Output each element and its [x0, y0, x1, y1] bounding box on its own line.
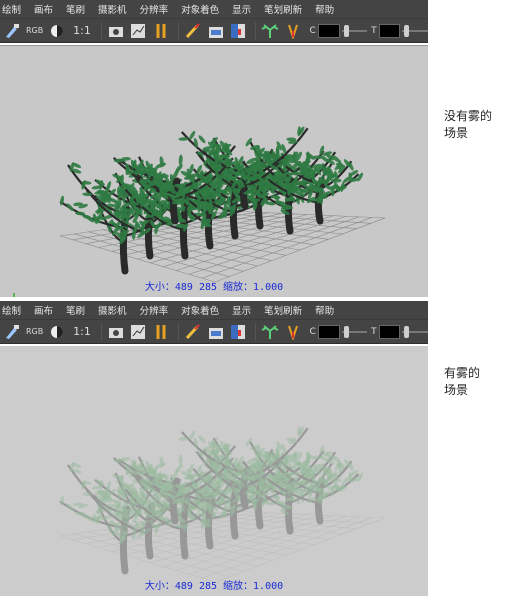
status-readout: 大小：489 285 缩放：1.000	[144, 282, 284, 293]
fork-icon[interactable]	[283, 322, 303, 342]
c-color-swatch[interactable]	[317, 23, 340, 38]
paint-brush-icon[interactable]	[2, 21, 22, 41]
menu-item-object-shading[interactable]: 对象着色	[181, 303, 219, 317]
t-slider[interactable]	[402, 24, 428, 38]
menu-item-draw[interactable]: 绘制	[2, 2, 21, 16]
toolbar-divider	[177, 322, 179, 341]
scene-group	[0, 346, 428, 596]
ratio-button[interactable]: 1:1	[70, 21, 94, 41]
caption-line: 场景	[444, 126, 469, 140]
toolbar-divider	[255, 21, 257, 40]
caption-line: 有雾的	[444, 366, 481, 380]
toolbar-divider	[177, 21, 179, 40]
t-color-swatch[interactable]	[378, 324, 401, 339]
ratio-button[interactable]: 1:1	[70, 322, 94, 342]
menu-item-display[interactable]: 显示	[232, 303, 251, 317]
tree-scene	[59, 126, 386, 283]
caption-fog: 有雾的 场景	[444, 365, 504, 399]
menu-item-camera[interactable]: 摄影机	[98, 303, 127, 317]
menu-item-camera[interactable]: 摄影机	[98, 2, 127, 16]
fog-overlay	[0, 346, 428, 596]
menu-bar: 绘制 画布 笔刷 摄影机 分辨率 对象着色 显示 笔划刷新 帮助	[0, 0, 428, 18]
caption-line: 场景	[444, 383, 469, 397]
c-label: C	[309, 25, 316, 36]
camera-icon[interactable]	[106, 21, 126, 41]
render-viewport[interactable]: zx 大小：489 285 缩放：1.000	[0, 45, 428, 297]
menu-item-brush[interactable]: 笔刷	[66, 303, 85, 317]
menu-item-stroke-refresh[interactable]: 笔划刷新	[264, 2, 302, 16]
menu-item-help[interactable]: 帮助	[315, 2, 334, 16]
t-color-swatch[interactable]	[378, 23, 401, 38]
scene-group	[59, 126, 386, 283]
fork-icon[interactable]	[283, 21, 303, 41]
toolbar-divider	[255, 322, 257, 341]
paint-brush-icon[interactable]	[2, 322, 22, 342]
menu-item-display[interactable]: 显示	[232, 2, 251, 16]
tree-icon[interactable]	[260, 322, 280, 342]
t-label: T	[371, 25, 377, 36]
menu-item-stroke-refresh[interactable]: 笔划刷新	[264, 303, 302, 317]
c-label: C	[309, 326, 316, 337]
brush-stroke-icon[interactable]	[183, 322, 203, 342]
graph-icon[interactable]	[129, 322, 149, 342]
t-slider[interactable]	[402, 325, 428, 339]
rgb-channel-icon[interactable]: RGB	[25, 21, 45, 41]
menu-item-help[interactable]: 帮助	[315, 303, 334, 317]
status-readout: 大小：489 285 缩放：1.000	[144, 581, 284, 592]
c-slider[interactable]	[341, 325, 368, 339]
caption-no-fog: 没有雾的 场景	[444, 108, 504, 142]
menu-item-brush[interactable]: 笔刷	[66, 2, 85, 16]
split-icon[interactable]	[151, 21, 171, 41]
c-slider[interactable]	[341, 24, 368, 38]
contrast-icon[interactable]	[47, 322, 67, 342]
menu-bar: 绘制 画布 笔刷 摄影机 分辨率 对象着色 显示 笔划刷新 帮助	[0, 301, 428, 319]
menu-item-canvas[interactable]: 画布	[34, 303, 53, 317]
paint-effects-panel-fog: 绘制 画布 笔刷 摄影机 分辨率 对象着色 显示 笔划刷新 帮助 RGB 1:1	[0, 301, 428, 596]
toolbar: RGB 1:1 C T	[0, 319, 428, 344]
split-icon[interactable]	[151, 322, 171, 342]
rgb-channel-icon[interactable]: RGB	[25, 322, 45, 342]
canvas-icon[interactable]	[206, 322, 226, 342]
render-viewport[interactable]: 大小：489 285 缩放：1.000	[0, 346, 428, 596]
paint-effects-panel-no-fog: 绘制 画布 笔刷 摄影机 分辨率 对象着色 显示 笔划刷新 帮助 RGB 1:1	[0, 0, 428, 297]
camera-icon[interactable]	[106, 322, 126, 342]
wipe-icon[interactable]	[228, 21, 248, 41]
graph-icon[interactable]	[129, 21, 149, 41]
menu-item-draw[interactable]: 绘制	[2, 303, 21, 317]
contrast-icon[interactable]	[47, 21, 67, 41]
toolbar-divider	[100, 322, 102, 341]
t-label: T	[371, 326, 377, 337]
toolbar: RGB 1:1 C T	[0, 18, 428, 43]
tree-scene-fog	[0, 346, 428, 596]
toolbar-divider	[100, 21, 102, 40]
tree-icon[interactable]	[260, 21, 280, 41]
canvas-icon[interactable]	[206, 21, 226, 41]
menu-item-resolution[interactable]: 分辨率	[140, 2, 169, 16]
brush-stroke-icon[interactable]	[183, 21, 203, 41]
caption-line: 没有雾的	[444, 109, 493, 123]
wipe-icon[interactable]	[228, 322, 248, 342]
menu-item-resolution[interactable]: 分辨率	[140, 303, 169, 317]
c-color-swatch[interactable]	[317, 324, 340, 339]
menu-item-canvas[interactable]: 画布	[34, 2, 53, 16]
menu-item-object-shading[interactable]: 对象着色	[181, 2, 219, 16]
